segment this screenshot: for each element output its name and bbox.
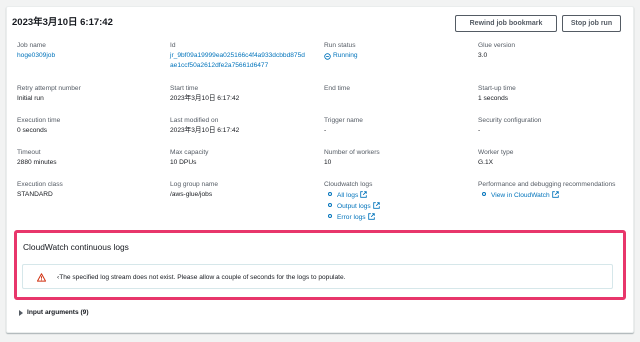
external-link-icon [360, 191, 367, 198]
running-status-icon [324, 52, 331, 60]
cloudwatch-continuous-logs-title: CloudWatch continuous logs [23, 242, 129, 252]
field-end-time: End time [324, 84, 474, 94]
field-worker-type: Worker type G.1X [478, 148, 628, 168]
run-id-line1: jr_9bf09a19999ea025166c4f4a933dcbbd875d [170, 52, 305, 59]
field-label: Max capacity [170, 149, 209, 156]
field-last-modified: Last modified on 2023年3月10日 6:17:42 [170, 116, 320, 136]
cloudwatch-logs-list: All logs Output logs Error logs [324, 190, 474, 223]
field-label: Run status [324, 42, 356, 49]
all-logs-link[interactable]: All logs [324, 190, 474, 201]
field-value: 0 seconds [17, 127, 48, 134]
rewind-job-bookmark-button[interactable]: Rewind job bookmark [455, 15, 557, 32]
field-label: Id [170, 42, 176, 49]
run-id-link[interactable]: jr_9bf09a19999ea025166c4f4a933dcbbd875d … [170, 51, 320, 71]
field-start-time: Start time 2023年3月10日 6:17:42 [170, 84, 320, 104]
field-value: 1 seconds [478, 95, 509, 102]
run-status-value: Running [324, 51, 474, 61]
field-label: Number of workers [324, 149, 380, 156]
field-value: Initial run [17, 95, 44, 102]
field-label: Log group name [170, 181, 219, 188]
field-timeout: Timeout 2880 minutes [17, 148, 167, 168]
field-run-status: Run status Running [324, 41, 474, 61]
external-link-icon [373, 202, 380, 209]
error-logs-link[interactable]: Error logs [324, 212, 474, 223]
field-label: Performance and debugging recommendation… [478, 181, 616, 188]
field-value: STANDARD [17, 191, 53, 198]
job-name-link[interactable]: hoge0309job [17, 51, 167, 61]
output-logs-link[interactable]: Output logs [324, 201, 474, 212]
run-id-line2: ae1ccf50a2612dfe2a75661d6477 [170, 62, 269, 69]
field-label: Worker type [478, 149, 514, 156]
log-stream-alert: ‹The specified log stream does not exist… [22, 264, 613, 289]
field-security-configuration: Security configuration - [478, 116, 628, 136]
field-label: Execution time [17, 117, 61, 124]
field-startup-time: Start-up time 1 seconds [478, 84, 628, 104]
field-value: 10 DPUs [170, 159, 197, 166]
external-link-icon [551, 191, 559, 198]
field-value: 3.0 [478, 52, 488, 59]
field-label: Cloudwatch logs [324, 181, 373, 188]
field-label: Retry attempt number [17, 85, 81, 92]
field-value: 2023年3月10日 6:17:42 [170, 95, 240, 102]
field-label: Last modified on [170, 117, 219, 124]
stop-job-run-button[interactable]: Stop job run [562, 15, 621, 32]
field-value: 2023年3月10日 6:17:42 [170, 127, 240, 134]
field-id: Id jr_9bf09a19999ea025166c4f4a933dcbbd87… [170, 41, 320, 71]
field-value: - [478, 127, 481, 134]
input-arguments-label: Input arguments (9) [27, 309, 89, 316]
field-value: - [324, 127, 327, 134]
input-arguments-toggle[interactable]: Input arguments (9) [19, 309, 89, 316]
field-number-of-workers: Number of workers 10 [324, 148, 474, 168]
warning-icon [37, 273, 46, 282]
field-max-capacity: Max capacity 10 DPUs [170, 148, 320, 168]
field-value: G.1X [478, 159, 494, 166]
field-value: 10 [324, 159, 332, 166]
field-performance-debugging: Performance and debugging recommendation… [478, 180, 628, 201]
field-glue-version: Glue version 3.0 [478, 41, 628, 61]
external-link-icon [367, 213, 375, 220]
field-label: Job name [17, 42, 46, 49]
caret-right-icon [19, 309, 23, 316]
run-status-text: Running [333, 52, 358, 59]
field-label: Start time [170, 85, 199, 92]
field-trigger-name: Trigger name - [324, 116, 474, 136]
field-job-name: Job name hoge0309job [17, 41, 167, 61]
view-in-cloudwatch-link[interactable]: View in CloudWatch [478, 190, 628, 201]
field-value: 2880 minutes [17, 159, 57, 166]
alert-message: ‹The specified log stream does not exist… [57, 274, 346, 281]
field-label: End time [324, 85, 351, 92]
field-cloudwatch-logs: Cloudwatch logs All logs Output logs Err… [324, 180, 474, 223]
field-execution-class: Execution class STANDARD [17, 180, 167, 200]
field-label: Trigger name [324, 117, 363, 124]
page-title: 2023年3月10日 6:17:42 [12, 17, 113, 28]
field-label: Security configuration [478, 117, 542, 124]
field-label: Execution class [17, 181, 63, 188]
field-label: Start-up time [478, 85, 516, 92]
field-log-group-name: Log group name /aws-glue/jobs [170, 180, 320, 200]
field-value: /aws-glue/jobs [170, 191, 213, 198]
field-label: Glue version [478, 42, 516, 49]
field-label: Timeout [17, 149, 41, 156]
field-retry-attempt: Retry attempt number Initial run [17, 84, 167, 104]
field-execution-time: Execution time 0 seconds [17, 116, 167, 136]
performance-links-list: View in CloudWatch [478, 190, 628, 201]
